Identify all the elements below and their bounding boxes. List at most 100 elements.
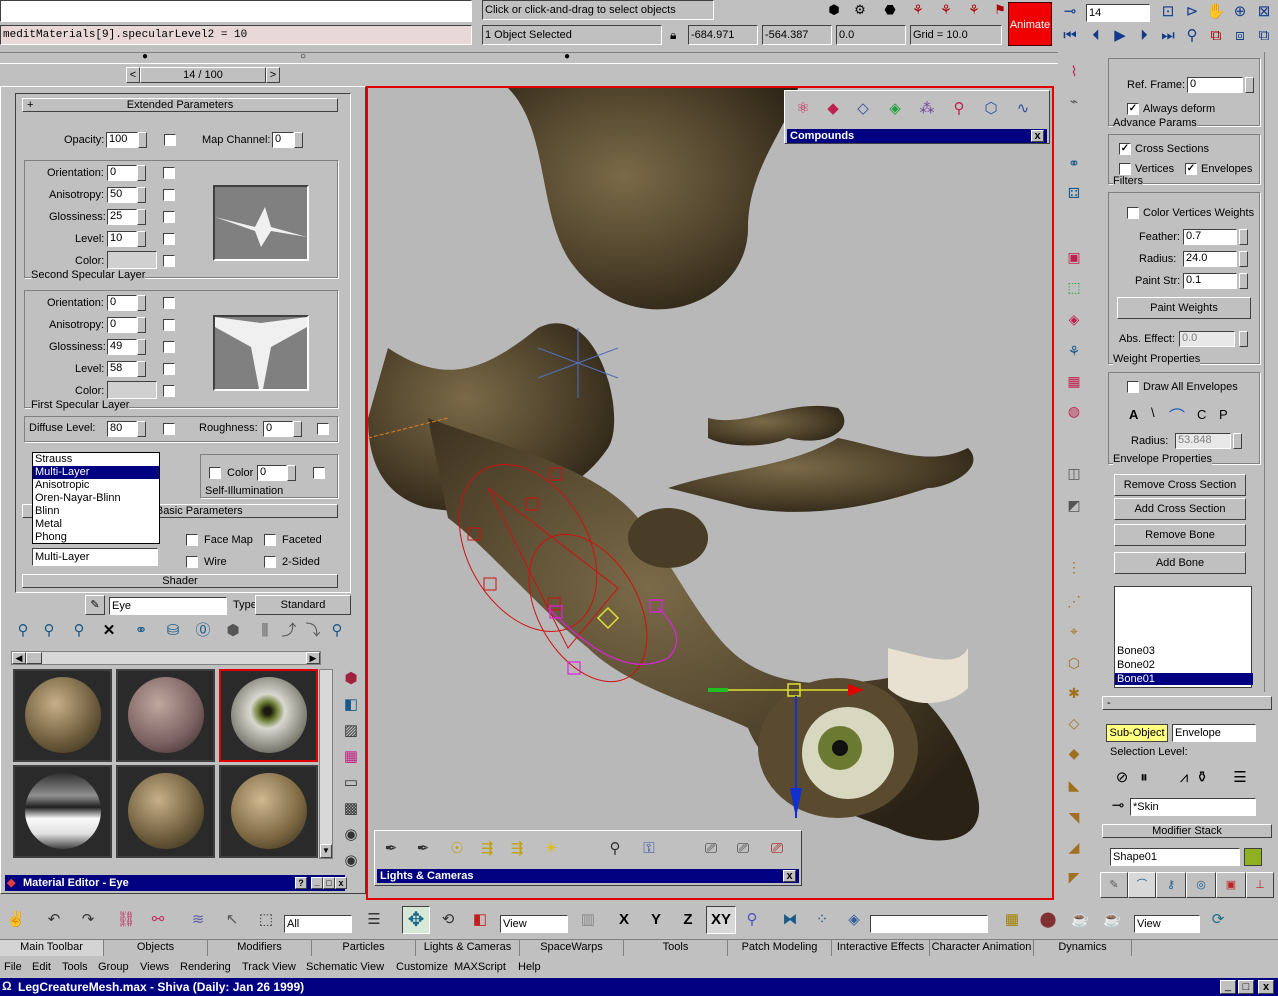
shader-option-anisotropic[interactable]: Anisotropic bbox=[33, 479, 159, 492]
abs-effect-field[interactable]: 0.0 bbox=[1179, 331, 1235, 347]
sub-object-button[interactable]: Sub-Object bbox=[1106, 724, 1168, 742]
flex-icon[interactable]: ◥ bbox=[1062, 806, 1086, 828]
zoom-extents-all-icon[interactable]: ⧉ bbox=[1252, 24, 1276, 48]
opacity-field[interactable]: 100 bbox=[106, 132, 138, 148]
edit-stack-icon[interactable]: ☰ bbox=[1228, 766, 1252, 790]
angle-snap-icon[interactable]: ⚘ bbox=[934, 0, 958, 22]
zoom-all-icon[interactable]: ⊳ bbox=[1180, 0, 1204, 24]
go-to-parent-icon[interactable]: ⤴ bbox=[277, 619, 301, 643]
menu-maxscript[interactable]: MAXScript bbox=[454, 959, 506, 975]
target-spot-icon[interactable]: ✒ bbox=[379, 837, 403, 861]
diffuse-level-spinner[interactable] bbox=[137, 421, 146, 437]
bone-list[interactable]: Bone03 Bone02 Bone01 bbox=[1114, 586, 1253, 688]
track-key-marker-1[interactable]: ● bbox=[142, 51, 148, 62]
pick-material-button[interactable]: ✎ bbox=[85, 595, 105, 615]
menu-track-view[interactable]: Track View bbox=[242, 959, 296, 975]
put-to-library-icon[interactable]: ⛁ bbox=[161, 619, 185, 643]
second-anisotropy-field[interactable]: 50 bbox=[107, 187, 137, 203]
noise-icon[interactable]: ⚃ bbox=[1062, 182, 1086, 204]
parameters-rollout-minus[interactable]: - bbox=[1102, 696, 1272, 710]
sample-slot-4[interactable] bbox=[13, 765, 112, 858]
squeeze-icon[interactable]: ⬚ bbox=[1062, 276, 1086, 298]
color-vertices-checkbox[interactable] bbox=[1127, 207, 1139, 219]
face-map-checkbox[interactable] bbox=[186, 534, 198, 546]
tab-character-animation[interactable]: Character Animation bbox=[930, 940, 1034, 956]
sample-slot-6[interactable] bbox=[219, 765, 318, 858]
first-orientation-spinner[interactable] bbox=[137, 295, 146, 311]
pan-icon[interactable]: ✋ bbox=[1204, 0, 1228, 24]
select-by-material-icon[interactable]: ◉ bbox=[339, 849, 363, 873]
remove-modifier-icon[interactable]: ⚱ bbox=[1190, 766, 1214, 790]
assign-material-icon[interactable]: ⚲ bbox=[67, 619, 91, 643]
close-button[interactable]: x bbox=[1258, 980, 1274, 994]
min-max-icon[interactable]: ⊠ bbox=[1252, 0, 1276, 24]
paint-str-field[interactable]: 0.1 bbox=[1183, 273, 1237, 289]
ripple-icon[interactable]: ▦ bbox=[1062, 370, 1086, 392]
preserve-icon[interactable]: ◆ bbox=[1062, 742, 1086, 764]
select-region-icon[interactable]: ⚙ bbox=[848, 0, 872, 22]
paint-radius-field[interactable]: 24.0 bbox=[1183, 251, 1237, 267]
link-icon[interactable]: ⛓ bbox=[114, 908, 138, 932]
sample-scroll-right[interactable]: ▶ bbox=[306, 652, 320, 664]
second-glossiness-spinner[interactable] bbox=[137, 209, 146, 225]
menu-help[interactable]: Help bbox=[518, 959, 541, 975]
render-scene-icon[interactable]: ☕ bbox=[1068, 908, 1092, 932]
shader-option-blinn[interactable]: Blinn bbox=[33, 505, 159, 518]
envelopes-checkbox[interactable]: ✓ bbox=[1185, 163, 1197, 175]
affect-region-icon[interactable]: ⋰ bbox=[1062, 590, 1086, 612]
motion-tab[interactable]: ◎ bbox=[1186, 872, 1216, 898]
add-cross-section-button[interactable]: Add Cross Section bbox=[1114, 498, 1246, 520]
first-color-swatch[interactable] bbox=[107, 381, 157, 399]
roughness-spinner[interactable] bbox=[293, 421, 302, 437]
help-icon[interactable]: ✌ bbox=[4, 908, 28, 932]
second-orientation-field[interactable]: 0 bbox=[107, 165, 137, 181]
second-level-checkbox[interactable] bbox=[163, 233, 175, 245]
material-editor-title-bar[interactable]: ◆ Material Editor - Eye ? _ □ x bbox=[5, 875, 347, 891]
sample-slot-scrollbar[interactable]: ◀ ▶ bbox=[11, 651, 321, 665]
map-channel-spinner[interactable] bbox=[294, 132, 303, 148]
material-navigator-icon[interactable]: ⚲ bbox=[325, 619, 349, 643]
utilities-tab[interactable]: ⊥ bbox=[1246, 872, 1274, 898]
unlink-icon[interactable]: ⚯ bbox=[146, 908, 170, 932]
mirror-mod-icon[interactable]: ⬡ bbox=[1062, 652, 1086, 674]
ref-frame-spinner[interactable] bbox=[1245, 77, 1254, 93]
coord-y[interactable]: -564.387 bbox=[762, 25, 832, 45]
track-key-marker-3[interactable]: ● bbox=[564, 51, 570, 62]
active-inactive-icon[interactable]: ⊘ bbox=[1110, 766, 1134, 790]
current-frame-field[interactable]: 14 bbox=[1086, 4, 1150, 22]
time-prev-button[interactable]: < bbox=[126, 67, 140, 83]
wave-icon[interactable]: ◍ bbox=[1062, 400, 1086, 422]
sample-scroll-left[interactable]: ◀ bbox=[12, 652, 26, 664]
compounds-title-bar[interactable]: Compounds x bbox=[787, 129, 1047, 143]
prev-frame-icon[interactable]: ⏴ bbox=[1084, 24, 1108, 48]
second-orientation-checkbox[interactable] bbox=[163, 167, 175, 179]
diffuse-level-field[interactable]: 80 bbox=[107, 421, 137, 437]
sample-slot-vscroll[interactable]: ▼ bbox=[319, 669, 333, 859]
menu-group[interactable]: Group bbox=[98, 959, 129, 975]
slice-icon[interactable]: ◩ bbox=[1062, 494, 1086, 516]
draw-all-envelopes-checkbox[interactable] bbox=[1127, 381, 1139, 393]
always-deform-checkbox[interactable]: ✓ bbox=[1127, 103, 1139, 115]
material-editor-icon[interactable]: ⬤ bbox=[1036, 908, 1060, 932]
scale-icon[interactable]: ◧ bbox=[468, 908, 492, 932]
second-color-checkbox[interactable] bbox=[163, 255, 175, 267]
uv-tiling-icon[interactable]: ▦ bbox=[339, 745, 363, 769]
conform-icon[interactable]: ◇ bbox=[851, 97, 875, 121]
viewport[interactable]: ⚛ ◆ ◇ ◈ ⁂ ⚲ ⬡ ∿ Compounds x ✒ ✒ ☉ ⇶ ⇶ ☀ … bbox=[366, 86, 1054, 900]
falloff-slow-icon[interactable]: C bbox=[1197, 407, 1206, 422]
stretch-icon[interactable]: ▣ bbox=[1062, 246, 1086, 268]
move-icon[interactable]: ✥ bbox=[402, 906, 430, 934]
field-of-view-icon[interactable]: ⧉ bbox=[1204, 24, 1228, 48]
cross-sections-checkbox[interactable]: ✓ bbox=[1119, 143, 1131, 155]
material-editor-minimize-button[interactable]: _ bbox=[311, 877, 323, 889]
self-illum-color-checkbox[interactable] bbox=[209, 467, 221, 479]
creature-mesh[interactable] bbox=[368, 88, 1052, 898]
make-copy-icon[interactable]: ⚭ bbox=[129, 619, 153, 643]
pin-stack-icon[interactable]: ⊸ bbox=[1106, 794, 1130, 818]
add-bone-button[interactable]: Add Bone bbox=[1114, 552, 1246, 574]
reset-material-icon[interactable]: ✕ bbox=[97, 619, 121, 643]
opacity-spinner[interactable] bbox=[138, 132, 147, 148]
tab-patch-modeling[interactable]: Patch Modeling bbox=[728, 940, 832, 956]
sample-slot-5[interactable] bbox=[116, 765, 215, 858]
select-object-icon[interactable]: ⬢ bbox=[822, 0, 846, 22]
